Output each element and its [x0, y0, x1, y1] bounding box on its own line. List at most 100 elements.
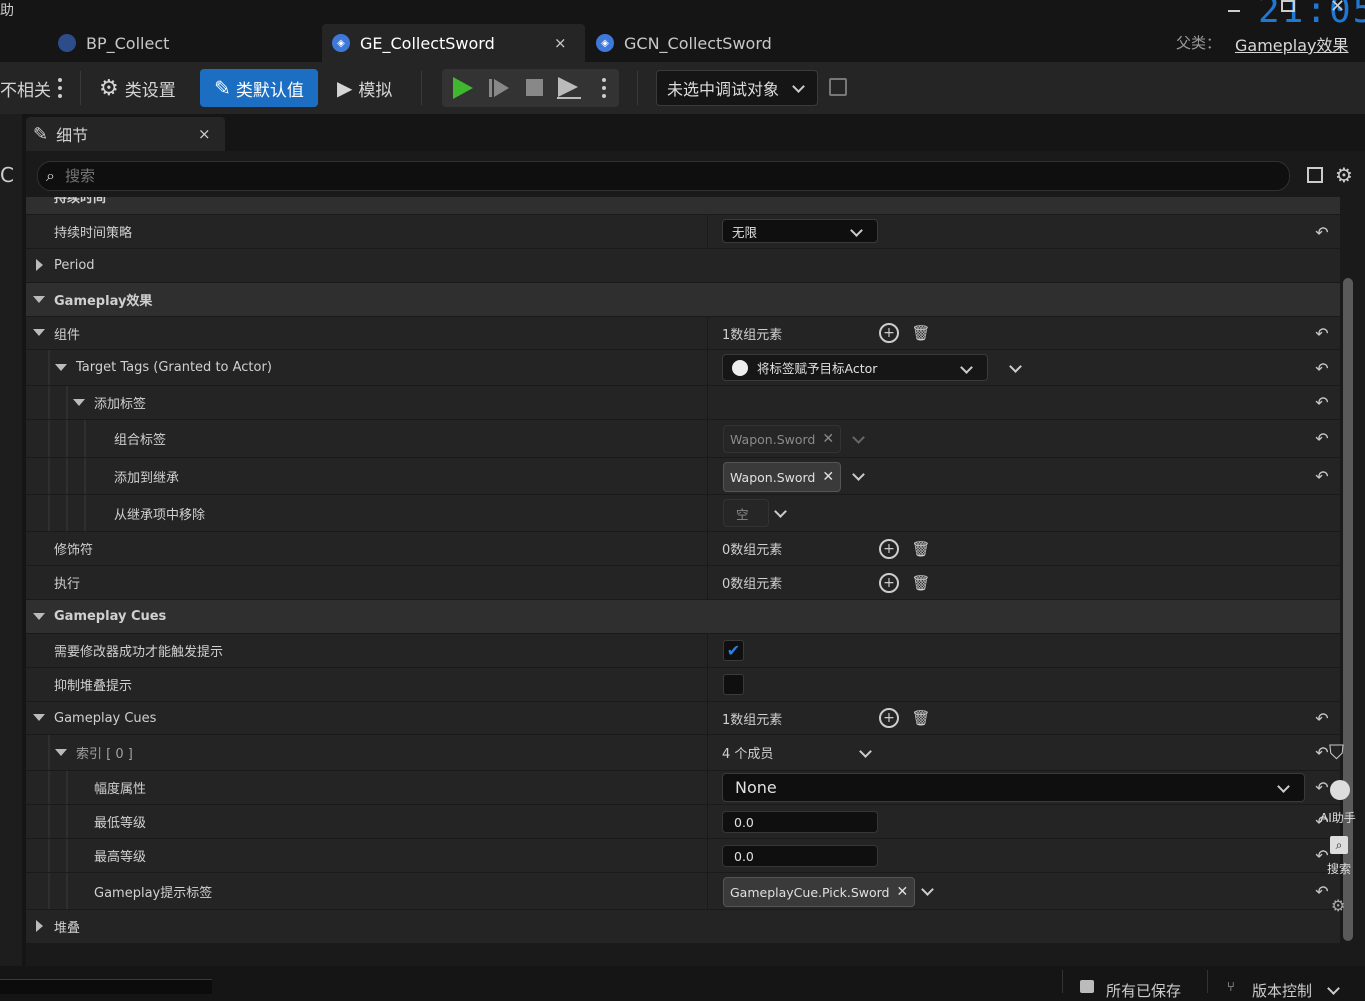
tag-label: Wapon.Sword	[730, 431, 816, 447]
collapse-arrow-icon[interactable]	[55, 364, 67, 371]
reset-icon[interactable]: ↶	[1311, 391, 1333, 413]
tab-close-icon[interactable]: ×	[554, 34, 567, 52]
delete-icon[interactable]: 🗑	[911, 323, 931, 343]
category-gameplay-effect[interactable]: Gameplay效果	[26, 283, 1340, 316]
stop-icon[interactable]	[526, 79, 543, 96]
value-column	[707, 420, 708, 457]
debug-target-dropdown[interactable]: 未选中调试对象	[656, 70, 818, 106]
debug-browse-icon[interactable]	[829, 78, 847, 96]
tag-pill[interactable]: Wapon.Sword ✕	[723, 462, 842, 492]
parent-class-link[interactable]: Gameplay效果	[1235, 32, 1349, 56]
array-count: 1数组元素	[722, 327, 783, 343]
expand-arrow-icon[interactable]	[36, 920, 43, 932]
indent-guide	[66, 805, 68, 838]
details-pencil-icon: ✎	[33, 123, 49, 145]
more-options-icon[interactable]	[58, 78, 62, 98]
magnitude-attribute-dropdown[interactable]: None	[722, 773, 1305, 802]
play-options-icon[interactable]	[602, 78, 606, 98]
shield-icon[interactable]: ⛉	[1329, 740, 1344, 764]
add-element-icon[interactable]: +	[879, 708, 899, 728]
play-icon[interactable]	[453, 77, 473, 99]
settings-gear-icon[interactable]: ⚙	[1335, 163, 1353, 187]
require-modifier-checkbox[interactable]: ✔	[723, 640, 744, 661]
min-level-input[interactable]: 0.0	[722, 811, 878, 833]
tab-ge-collectsword[interactable]: ◈ GE_CollectSword ×	[322, 24, 585, 62]
delete-icon[interactable]: 🗑	[911, 708, 931, 728]
reset-icon[interactable]: ↶	[1311, 427, 1333, 449]
restore-button[interactable]	[1281, 0, 1295, 12]
chevron-down-icon[interactable]	[774, 505, 787, 518]
class-settings-button[interactable]: ⚙ 类设置	[99, 69, 176, 107]
assistant-icon[interactable]	[1330, 780, 1350, 800]
advance-frame-icon[interactable]	[489, 79, 492, 97]
category-gameplay-cues[interactable]: Gameplay Cues	[26, 600, 1340, 633]
reset-icon[interactable]: ↶	[1311, 465, 1333, 487]
content-drawer-stub[interactable]	[0, 979, 212, 994]
collapse-arrow-icon[interactable]	[33, 714, 45, 721]
side-search-icon[interactable]: ⌕	[1330, 836, 1348, 854]
all-saved-label[interactable]: 所有已保存	[1106, 980, 1181, 1001]
indent-guide	[84, 495, 86, 531]
indent-guide	[48, 386, 50, 419]
table-view-icon[interactable]	[1307, 167, 1323, 183]
remove-tag-icon[interactable]: ✕	[896, 884, 908, 900]
row-index-0: 索引 [ 0 ] 4 个成员 ↶	[26, 735, 1340, 771]
property-label: Period	[54, 258, 95, 273]
chevron-down-icon[interactable]	[859, 745, 872, 758]
save-icon	[1080, 980, 1094, 993]
details-tab[interactable]: ✎ 细节 ×	[26, 117, 225, 151]
expand-arrow-icon[interactable]	[36, 259, 43, 271]
side-fragment: C	[0, 163, 14, 187]
reset-icon[interactable]: ↶	[1311, 322, 1333, 344]
suppress-stacking-checkbox[interactable]	[723, 674, 744, 695]
options-chevron-icon[interactable]	[1009, 360, 1022, 373]
chevron-down-icon[interactable]	[852, 468, 865, 481]
tag-pill[interactable]: GameplayCue.Pick.Sword ✕	[723, 877, 916, 907]
add-element-icon[interactable]: +	[879, 323, 899, 343]
delete-icon[interactable]: 🗑	[911, 573, 931, 593]
collapse-arrow-icon[interactable]	[33, 296, 45, 303]
tab-bp-collect[interactable]: BP_Collect	[58, 24, 313, 62]
details-close-icon[interactable]: ×	[198, 125, 211, 143]
value-column	[707, 386, 708, 419]
source-control-label[interactable]: 版本控制	[1252, 980, 1312, 1001]
search-input[interactable]	[62, 166, 1247, 186]
tab-label: GE_CollectSword	[360, 33, 495, 53]
eject-icon[interactable]	[558, 77, 578, 97]
category-label: 持续时间	[54, 197, 107, 206]
value-column	[707, 805, 708, 838]
class-defaults-button[interactable]: ✎ 类默认值	[200, 69, 318, 107]
close-window-button[interactable]: ✕	[1330, 0, 1345, 17]
row-added-to-inherit: 添加到继承 Wapon.Sword ✕ ↶	[26, 458, 1340, 495]
reset-icon[interactable]: ↶	[1311, 880, 1333, 902]
max-level-input[interactable]: 0.0	[722, 845, 878, 867]
minimize-button[interactable]	[1228, 0, 1240, 12]
details-search-bar[interactable]: ⌕	[37, 161, 1290, 191]
value-column	[707, 771, 708, 804]
chevron-down-icon[interactable]	[921, 883, 934, 896]
reset-icon[interactable]: ↶	[1311, 707, 1333, 729]
value-column	[707, 532, 708, 565]
tab-gcn-collectsword[interactable]: ◈ GCN_CollectSword	[596, 24, 856, 62]
collapse-arrow-icon[interactable]	[55, 749, 67, 756]
indent-guide	[66, 839, 68, 872]
row-period[interactable]: Period	[26, 249, 1340, 283]
reset-icon[interactable]: ↶	[1311, 221, 1333, 243]
add-element-icon[interactable]: +	[879, 539, 899, 559]
collapse-arrow-icon[interactable]	[33, 329, 45, 336]
duration-policy-dropdown[interactable]: 无限	[722, 219, 878, 243]
reset-icon[interactable]: ↶	[1311, 357, 1333, 379]
toolbar-divider	[80, 71, 81, 105]
add-element-icon[interactable]: +	[879, 573, 899, 593]
collapse-arrow-icon[interactable]	[33, 613, 45, 620]
delete-icon[interactable]: 🗑	[911, 539, 931, 559]
assistant-label: AI助手	[1320, 811, 1356, 825]
simulate-button[interactable]: ▶ 模拟	[337, 69, 392, 107]
chevron-down-icon	[852, 431, 865, 444]
collapse-arrow-icon[interactable]	[73, 399, 85, 406]
row-stacking[interactable]: 堆叠	[26, 910, 1340, 943]
component-class-dropdown[interactable]: 将标签赋予目标Actor	[722, 354, 988, 381]
category-duration-clipped[interactable]: 持续时间	[26, 197, 1340, 214]
side-settings-icon[interactable]: ⚙	[1331, 896, 1345, 915]
remove-tag-icon[interactable]: ✕	[822, 469, 834, 485]
